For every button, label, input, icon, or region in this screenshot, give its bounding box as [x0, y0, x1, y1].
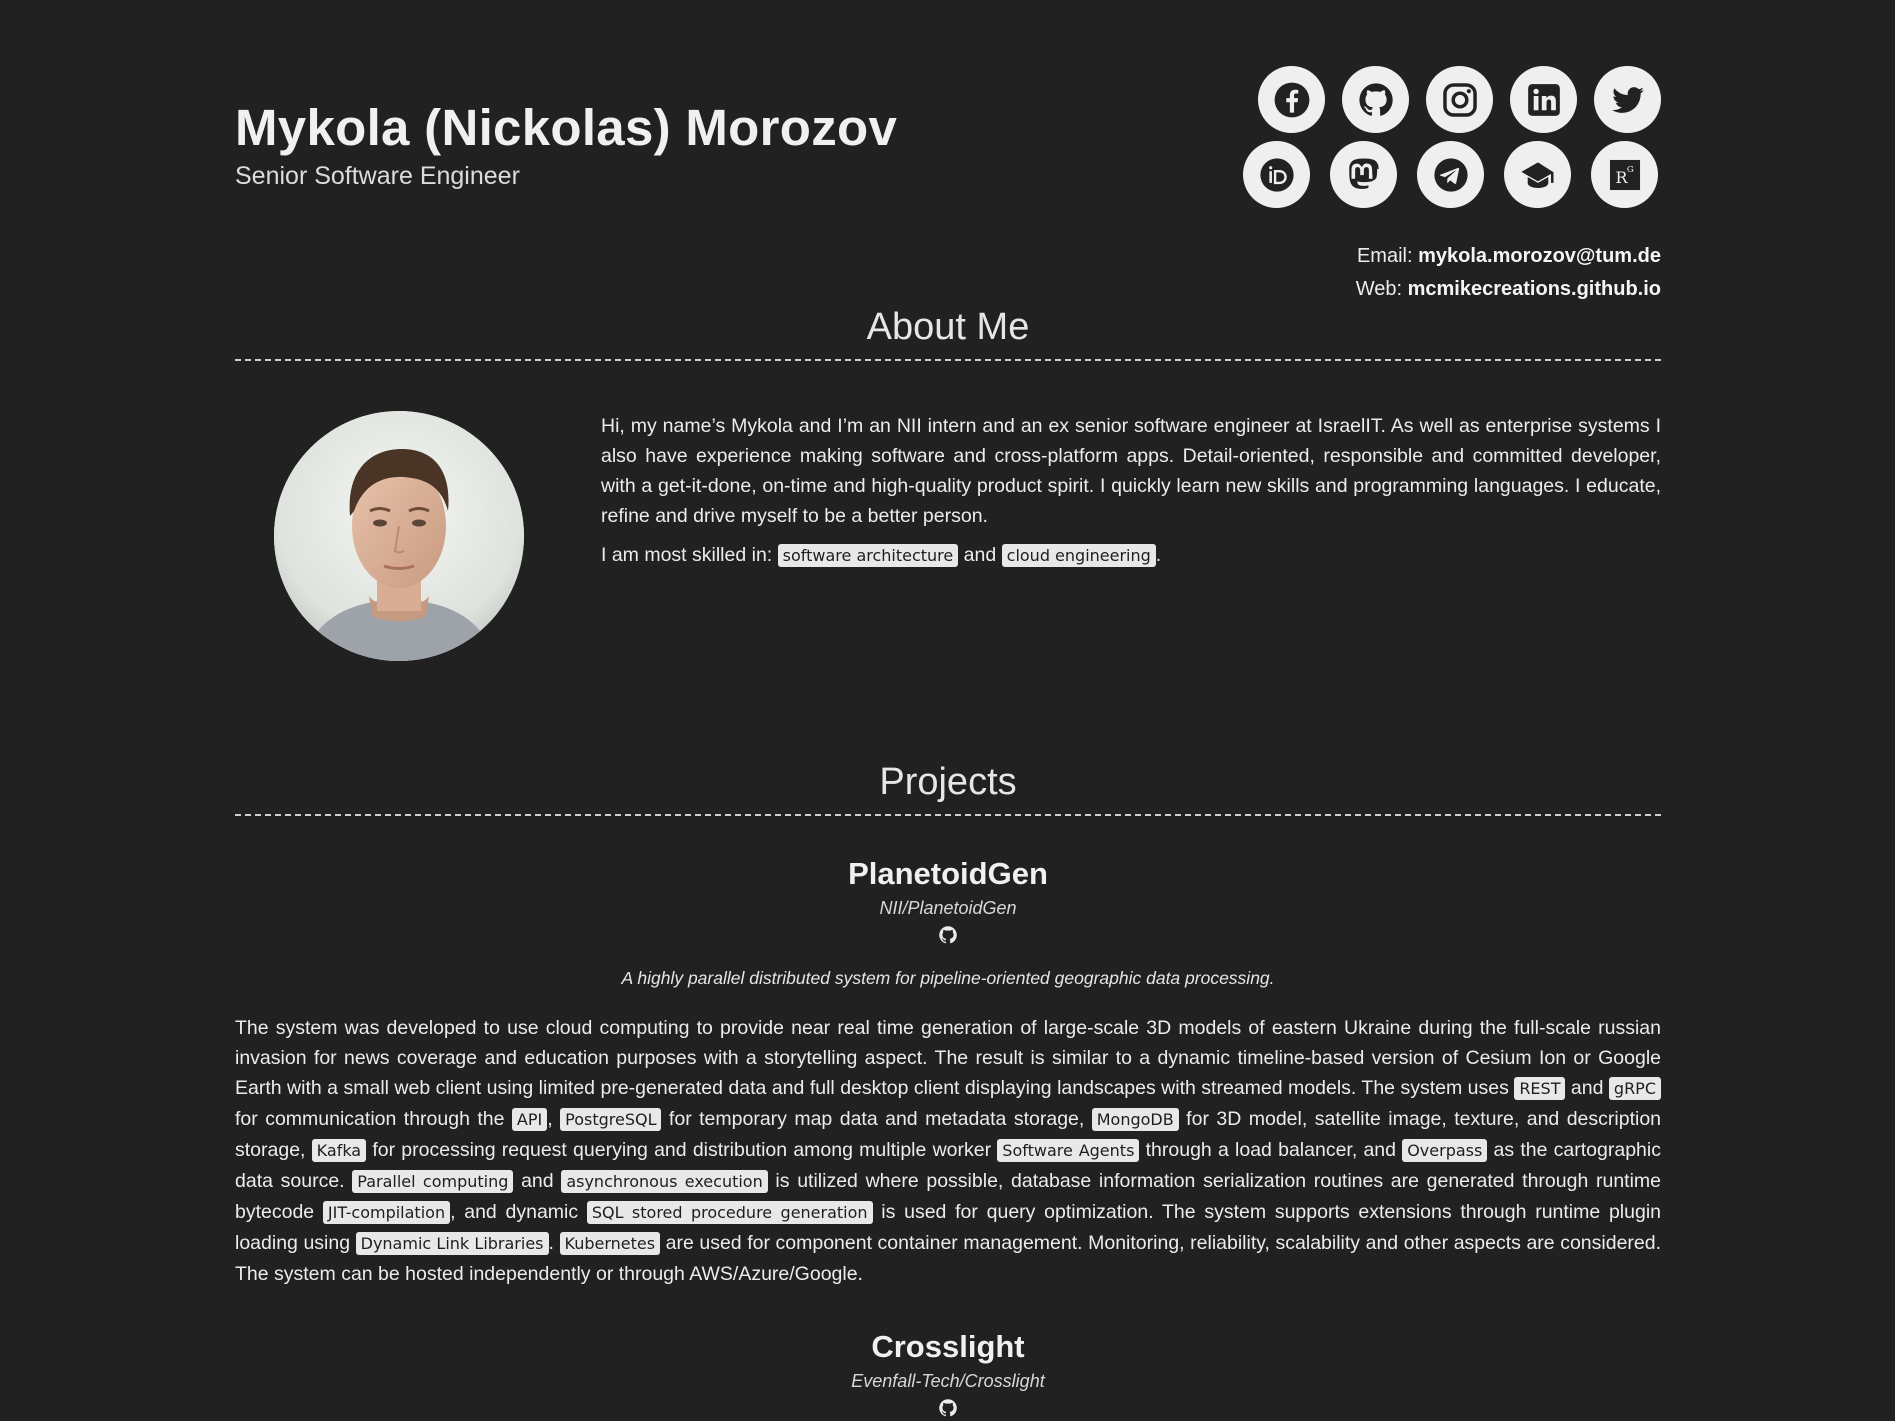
desc-text: for processing request querying and dist…: [366, 1139, 998, 1161]
tech-tag: asynchronous execution: [561, 1170, 768, 1193]
email-label: Email:: [1356, 245, 1413, 267]
email-line: Email: mykola.morozov@tum.de: [1356, 240, 1661, 273]
skills-intro: I am most skilled in:: [601, 544, 773, 566]
job-title: Senior Software Engineer: [235, 162, 520, 190]
project-card: PlanetoidGen NII/PlanetoidGen A highly p…: [235, 856, 1661, 1289]
telegram-icon: [1433, 157, 1468, 192]
desc-text: The system was developed to use cloud co…: [235, 1017, 1661, 1099]
tech-tag: JIT-compilation: [322, 1201, 451, 1224]
projects-section: Projects PlanetoidGen NII/PlanetoidGen A…: [235, 761, 1661, 1421]
github-icon: [939, 926, 957, 944]
skills-and: and: [963, 544, 997, 566]
tech-tag: Software Agents: [997, 1139, 1140, 1162]
project-repo: NII/PlanetoidGen: [879, 898, 1017, 918]
about-section: Hi, my name’s Mykola and I’m an NII inte…: [235, 411, 1661, 711]
tech-tag: SQL stored procedure generation: [586, 1201, 873, 1224]
github-link[interactable]: [1342, 66, 1409, 133]
skills-line: I am most skilled in: software architect…: [601, 540, 1661, 571]
profile-photo: [274, 411, 524, 661]
desc-text: , and dynamic: [450, 1201, 587, 1223]
tech-tag: Overpass: [1402, 1139, 1488, 1162]
project-title: PlanetoidGen: [848, 856, 1048, 891]
project-repo: Evenfall-Tech/Crosslight: [851, 1371, 1045, 1391]
tech-tag: Kubernetes: [559, 1232, 661, 1255]
projects-heading: Projects: [235, 761, 1661, 816]
desc-text: for communication through the: [235, 1108, 512, 1130]
orcid-link[interactable]: [1243, 141, 1310, 208]
project-card: Crosslight Evenfall-Tech/Crosslight: [235, 1329, 1661, 1421]
social-row-2: RG: [1221, 141, 1661, 208]
desc-text: .: [548, 1232, 560, 1254]
web-line: Web: mcmikecreations.github.io: [1356, 273, 1661, 306]
desc-text: ,: [547, 1108, 561, 1130]
about-heading: About Me: [235, 306, 1661, 361]
project-github-link[interactable]: [938, 925, 958, 950]
tech-tag: gRPC: [1608, 1077, 1661, 1100]
project-description: The system was developed to use cloud co…: [235, 1013, 1661, 1289]
contact-info: Email: mykola.morozov@tum.de Web: mcmike…: [1356, 240, 1661, 306]
about-paragraph: Hi, my name’s Mykola and I’m an NII inte…: [601, 415, 1661, 527]
facebook-link[interactable]: [1258, 66, 1325, 133]
tech-tag: Kafka: [311, 1139, 367, 1162]
researchgate-icon: RG: [1609, 159, 1640, 190]
page: Mykola (Nickolas) Morozov Senior Softwar…: [235, 0, 1661, 1421]
github-icon: [1358, 82, 1393, 116]
facebook-icon: [1274, 82, 1309, 117]
instagram-link[interactable]: [1426, 66, 1493, 133]
header: Mykola (Nickolas) Morozov Senior Softwar…: [235, 66, 1661, 306]
github-icon: [939, 1399, 957, 1417]
tech-tag: Dynamic Link Libraries: [355, 1232, 549, 1255]
desc-text: and: [1565, 1077, 1609, 1099]
mastodon-icon: [1348, 158, 1379, 189]
twitter-link[interactable]: [1594, 66, 1661, 133]
instagram-icon: [1442, 82, 1477, 117]
email-link[interactable]: mykola.morozov@tum.de: [1418, 245, 1661, 267]
portrait-illustration: [274, 411, 524, 661]
tech-tag: API: [511, 1108, 548, 1131]
tech-tag: REST: [1514, 1077, 1566, 1100]
about-text: Hi, my name’s Mykola and I’m an NII inte…: [601, 411, 1661, 711]
tech-tag: PostgreSQL: [560, 1108, 662, 1131]
skill-tag: software architecture: [777, 544, 959, 567]
project-github-link[interactable]: [938, 1398, 958, 1421]
web-label: Web:: [1355, 278, 1403, 300]
svg-text:G: G: [1626, 164, 1633, 174]
linkedin-link[interactable]: [1510, 66, 1577, 133]
telegram-link[interactable]: [1417, 141, 1484, 208]
twitter-icon: [1611, 86, 1644, 113]
page-title: Mykola (Nickolas) Morozov: [235, 99, 898, 156]
mastodon-link[interactable]: [1330, 141, 1397, 208]
google-scholar-link[interactable]: [1504, 141, 1571, 208]
desc-text: through a load balancer, and: [1139, 1139, 1403, 1161]
linkedin-icon: [1527, 83, 1560, 116]
desc-text: and: [513, 1170, 562, 1192]
web-link[interactable]: mcmikecreations.github.io: [1408, 278, 1661, 300]
scholar-icon: [1520, 161, 1554, 188]
orcid-icon: [1259, 157, 1294, 192]
tech-tag: Parallel computing: [352, 1170, 514, 1193]
desc-text: for temporary map data and metadata stor…: [661, 1108, 1092, 1130]
project-tagline: A highly parallel distributed system for…: [621, 968, 1275, 988]
skill-tag: cloud engineering: [1001, 544, 1156, 567]
social-row-1: [1221, 66, 1661, 133]
tech-tag: MongoDB: [1091, 1108, 1179, 1131]
social-links: RG: [1221, 66, 1661, 216]
project-title: Crosslight: [871, 1329, 1025, 1364]
photo-container: [235, 411, 601, 711]
skills-period: .: [1155, 544, 1162, 566]
researchgate-link[interactable]: RG: [1591, 141, 1658, 208]
